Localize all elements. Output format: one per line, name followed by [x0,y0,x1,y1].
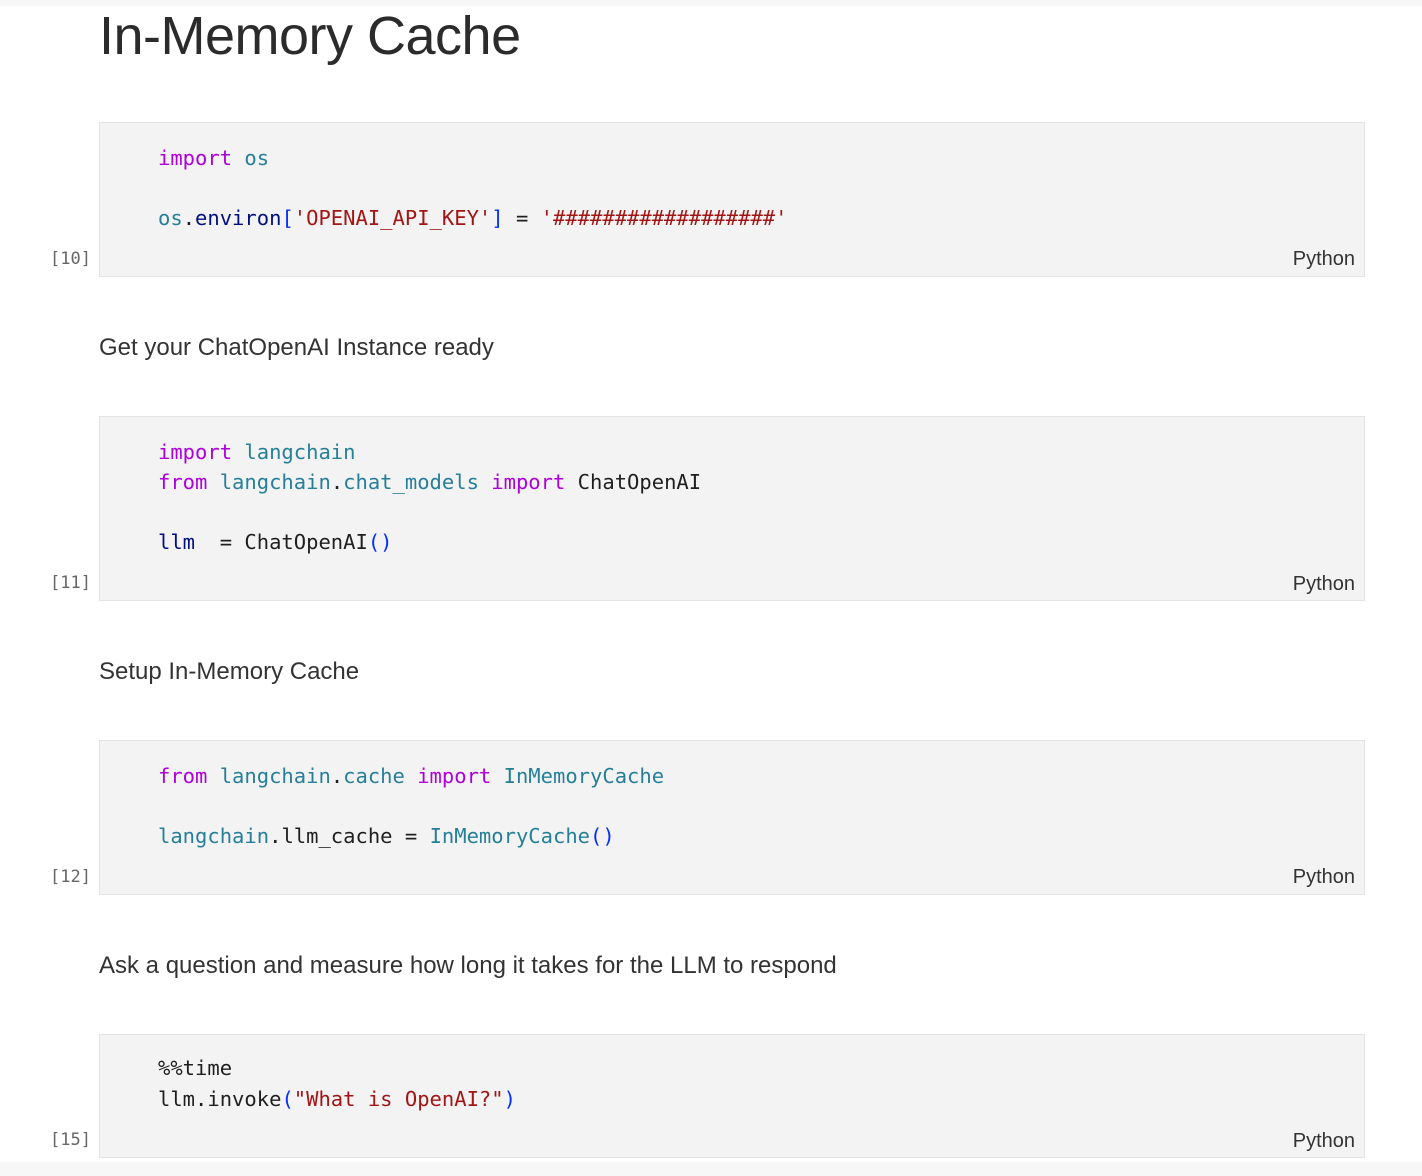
module-name: langchain [219,470,331,494]
attribute-name: environ [195,206,282,230]
markdown-text: Setup In-Memory Cache [99,658,360,685]
parentheses: () [367,530,393,554]
class-name: ChatOpenAI [577,470,702,494]
module-name: os [244,146,270,170]
code-cell[interactable]: %%time llm.invoke("What is OpenAI?") Pyt… [99,1034,1365,1158]
method-name: invoke [207,1087,282,1111]
dot: . [269,824,282,848]
variable-name: llm [158,530,196,554]
bracket: ] [491,206,504,230]
page-title: In-Memory Cache [99,6,521,66]
object-name: llm [158,1087,196,1111]
dot: . [182,206,196,230]
execution-count: [12] [50,867,91,887]
string-literal: '##################' [540,206,788,230]
keyword: import [158,146,233,170]
function-call: InMemoryCache [429,824,591,848]
language-label[interactable]: Python [1293,247,1355,271]
code-line[interactable]: langchain.llm_cache = InMemoryCache() [158,823,615,849]
language-label[interactable]: Python [1293,572,1355,596]
operator: = [195,530,245,554]
dot: . [330,470,344,494]
markdown-text: Get your ChatOpenAI Instance ready [99,334,494,361]
module-name: langchain [244,440,356,464]
string-literal: 'OPENAI_API_KEY' [293,206,492,230]
keyword: from [158,470,208,494]
language-label[interactable]: Python [1293,1129,1355,1153]
keyword: import [417,764,492,788]
dot: . [195,1087,208,1111]
code-cell[interactable]: import langchain from langchain.chat_mod… [99,416,1365,601]
function-call: ChatOpenAI [244,530,368,554]
operator: = [392,824,430,848]
code-line[interactable]: %%time [158,1055,232,1081]
code-line[interactable]: from langchain.cache import InMemoryCach… [158,763,664,789]
parentheses: ( [281,1087,294,1111]
execution-count: [10] [50,249,91,269]
operator: = [503,206,541,230]
code-line[interactable]: import langchain [158,439,356,465]
code-line[interactable]: llm.invoke("What is OpenAI?") [158,1086,516,1112]
markdown-text: Ask a question and measure how long it t… [99,952,837,979]
string-literal: "What is OpenAI?" [293,1087,504,1111]
bottom-edge [0,1162,1422,1176]
module-name: langchain [158,824,270,848]
attribute-name: llm_cache [281,824,393,848]
bracket: [ [281,206,294,230]
module-name: chat_models [343,470,479,494]
code-cell[interactable]: import os os.environ['OPENAI_API_KEY'] =… [99,122,1365,277]
class-name: InMemoryCache [503,764,665,788]
keyword: import [158,440,233,464]
keyword: import [491,470,566,494]
code-cell[interactable]: from langchain.cache import InMemoryCach… [99,740,1365,895]
code-line[interactable]: llm = ChatOpenAI() [158,529,393,555]
language-label[interactable]: Python [1293,865,1355,889]
module-name: cache [343,764,405,788]
parentheses: () [590,824,615,848]
execution-count: [11] [50,573,91,593]
code-line[interactable]: from langchain.chat_models import ChatOp… [158,469,701,495]
execution-count: [15] [50,1130,91,1150]
object-name: os [158,206,183,230]
dot: . [330,764,344,788]
parentheses: ) [503,1087,516,1111]
code-line[interactable]: os.environ['OPENAI_API_KEY'] = '########… [158,205,787,231]
code-line[interactable]: import os [158,145,269,171]
magic-command: %%time [158,1056,233,1080]
module-name: langchain [219,764,331,788]
keyword: from [158,764,208,788]
